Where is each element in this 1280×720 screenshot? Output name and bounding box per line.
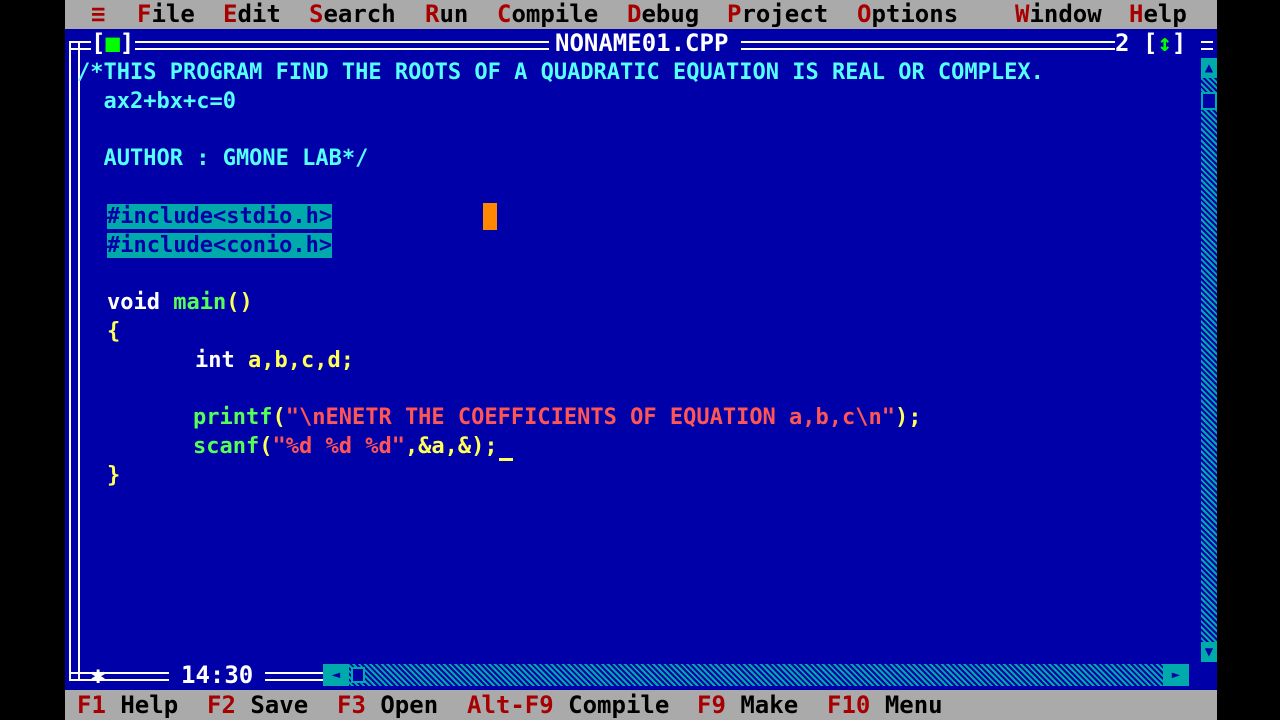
menu-debug[interactable]: Debug [627,0,699,29]
menu-project[interactable]: Project [727,0,828,29]
frame-bottom: ✱ 14:30 ◄ ► [65,662,1217,688]
window-number: 2 [1115,29,1130,57]
resize-star-icon[interactable]: ✱ [91,662,105,688]
menu-bar: ≡ File Edit Search Run Compile Debug Pro… [65,0,1217,29]
frame-bottom-line [265,672,323,681]
code-include-line: #include<stdio.h> [107,204,333,229]
menu-search[interactable]: Search [309,0,396,29]
menu-options[interactable]: Options [857,0,958,29]
code-printf-line: printf("\nENETR THE COEFFICIENTS OF EQUA… [193,405,922,430]
status-f1-help[interactable]: F1 Help [77,690,178,720]
text-cursor [499,458,513,461]
status-f2-save[interactable]: F2 Save [207,690,308,720]
status-f10-menu[interactable]: F10 Menu [827,690,943,720]
code-comment-line: ax2+bx+c=0 [77,89,236,114]
system-menu-icon[interactable]: ≡ [91,0,105,29]
frame-top-mid-left [135,41,549,50]
menu-window[interactable]: Window [1015,0,1102,29]
horizontal-scrollbar[interactable]: ◄ ► [323,664,1189,686]
status-bar: F1 Help F2 Save F3 Open Alt-F9 Compile F… [65,690,1217,720]
frame-top-mid-right [741,41,1115,50]
code-close-brace: } [107,463,121,488]
scroll-down-arrow-icon[interactable]: ▼ [1201,642,1217,662]
window-zoom-box[interactable]: [↕] [1143,29,1186,58]
status-f9-make[interactable]: F9 Make [697,690,798,720]
scroll-up-arrow-icon[interactable]: ▲ [1201,58,1217,78]
menu-file[interactable]: File [137,0,195,29]
menu-help[interactable]: Help [1129,0,1187,29]
code-decl-line: int a,b,c,d; [195,348,354,373]
code-include-line: #include<conio.h> [107,233,333,258]
window-title: NONAME01.CPP [549,29,735,58]
cursor-position: 14:30 [175,662,260,688]
window-close-box[interactable]: [■] [91,29,134,58]
code-main-line: void main() [107,290,253,315]
code-editor[interactable]: /*THIS PROGRAM FIND THE ROOTS OF A QUADR… [77,58,1195,664]
code-comment-line: /*THIS PROGRAM FIND THE ROOTS OF A QUADR… [77,60,1044,85]
frame-top-right [1201,41,1213,50]
code-scanf-line: scanf("%d %d %d",&a,&); [193,434,498,459]
status-f3-open[interactable]: F3 Open [337,690,438,720]
code-open-brace: { [107,319,121,344]
menu-edit[interactable]: Edit [223,0,281,29]
scroll-right-arrow-icon[interactable]: ► [1163,664,1189,686]
status-alt-f9-compile[interactable]: Alt-F9 Compile [467,690,669,720]
menu-compile[interactable]: Compile [497,0,598,29]
horizontal-scroll-thumb[interactable] [351,667,365,683]
turbo-cpp-ide: ≡ File Edit Search Run Compile Debug Pro… [65,0,1217,720]
menu-run[interactable]: Run [425,0,468,29]
frame-bottom-line [69,672,169,681]
vertical-scrollbar[interactable]: ▲ ▼ [1201,58,1217,662]
block-cursor [483,203,497,230]
code-comment-line: AUTHOR : GMONE LAB*/ [77,146,369,171]
vertical-scroll-thumb[interactable] [1201,92,1217,110]
scroll-left-arrow-icon[interactable]: ◄ [323,664,349,686]
